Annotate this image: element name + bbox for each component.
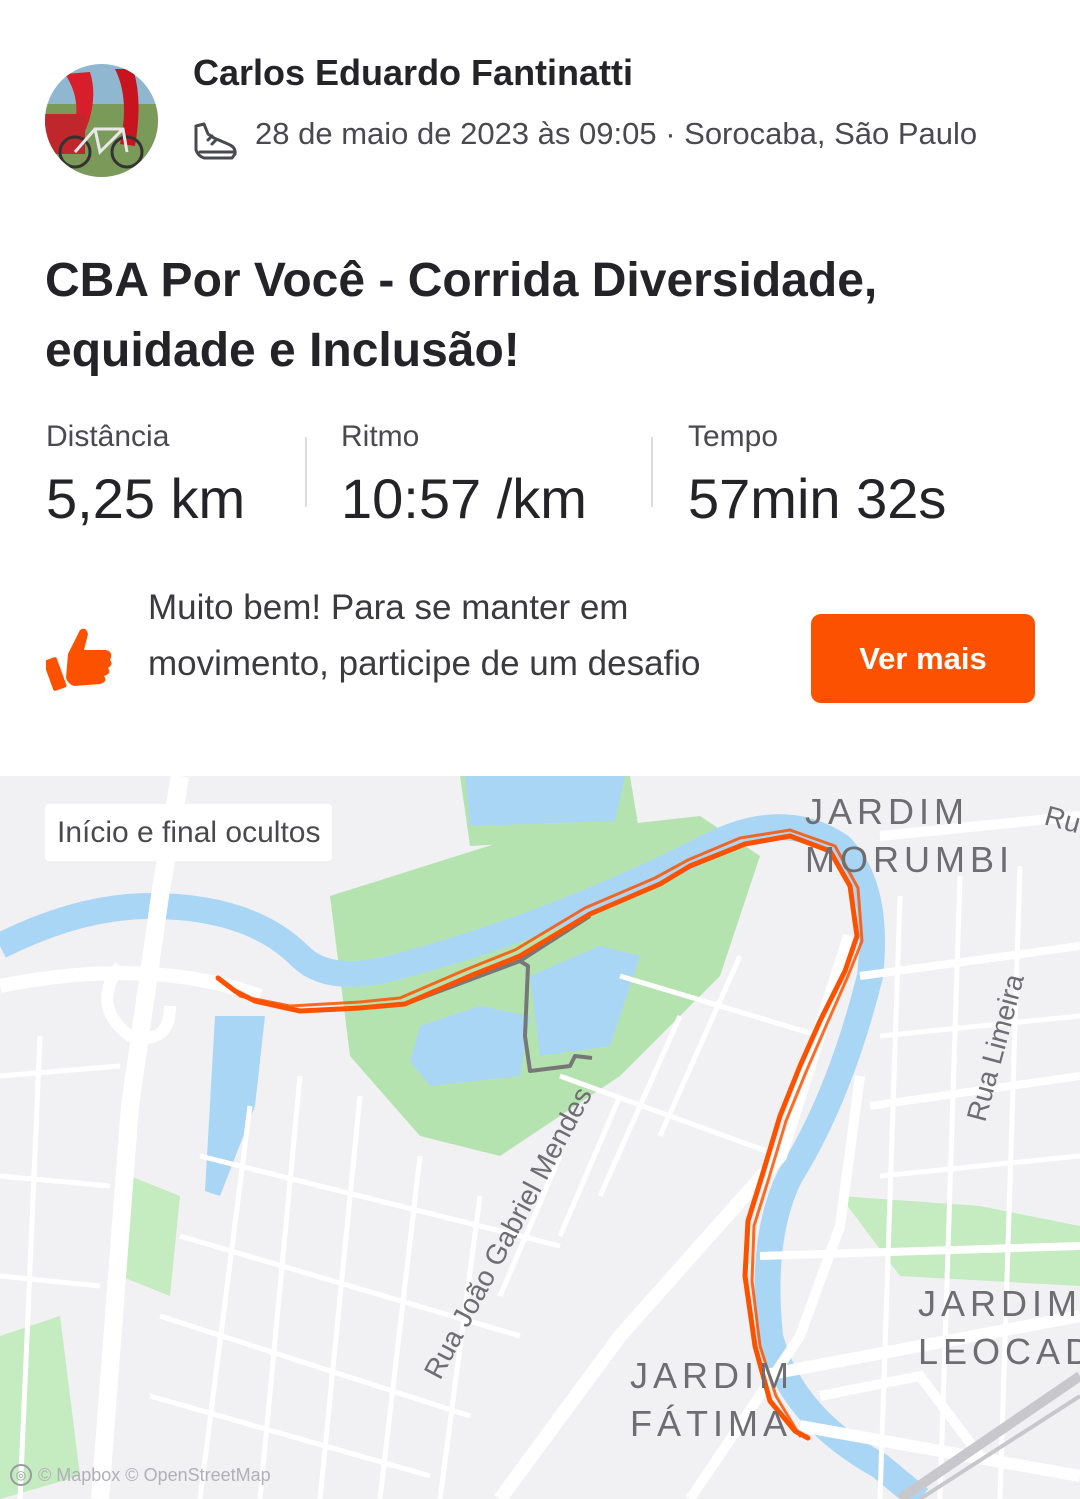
see-more-button[interactable]: Ver mais — [811, 614, 1035, 703]
athlete-name[interactable]: Carlos Eduardo Fantinatti — [193, 52, 633, 94]
stat-value: 5,25 km — [46, 467, 246, 530]
privacy-badge: Início e final ocultos — [45, 804, 333, 861]
stat-distance: Distância 5,25 km — [46, 420, 245, 531]
stat-divider — [305, 437, 307, 507]
stat-label: Ritmo — [341, 420, 420, 453]
promo-message: Muito bem! Para se manter em movimento, … — [148, 588, 701, 683]
running-shoe-icon — [190, 118, 240, 168]
map-attribution[interactable]: ◎ © Mapbox © OpenStreetMap — [10, 1464, 271, 1486]
activity-header: Carlos Eduardo Fantinatti 28 de maio de … — [0, 0, 1080, 230]
map-canvas: JARDIMMORUMBI Ru JARDIMLEOCADI JARDIMFÁT… — [0, 776, 1080, 1499]
park-area — [840, 1196, 1080, 1286]
stat-value: 57min 32s — [688, 467, 947, 530]
street-label: Rua Limeira — [961, 970, 1030, 1124]
stat-label: Tempo — [688, 420, 779, 453]
stat-time: Tempo 57min 32s — [688, 420, 946, 531]
mapbox-logo-icon[interactable]: ◎ — [10, 1464, 32, 1486]
thumbs-up-icon — [43, 624, 114, 694]
stat-pace: Ritmo 10:57 /km — [341, 420, 587, 531]
stat-divider — [651, 437, 653, 507]
railway — [897, 1371, 1080, 1499]
map-label: Ru — [1041, 800, 1080, 839]
activity-date-location: 28 de maio de 2023 às 09:05 · Sorocaba, … — [255, 116, 978, 151]
stat-label: Distância — [46, 420, 170, 453]
athlete-avatar[interactable] — [45, 64, 158, 177]
stat-value: 10:57 /km — [341, 467, 587, 530]
activity-title[interactable]: CBA Por Você - Corrida Diversidade, equi… — [45, 246, 1045, 386]
attribution-text[interactable]: © Mapbox © OpenStreetMap — [38, 1465, 271, 1486]
lake — [465, 776, 625, 826]
route-map[interactable]: JARDIMMORUMBI Ru JARDIMLEOCADI JARDIMFÁT… — [0, 776, 1080, 1499]
